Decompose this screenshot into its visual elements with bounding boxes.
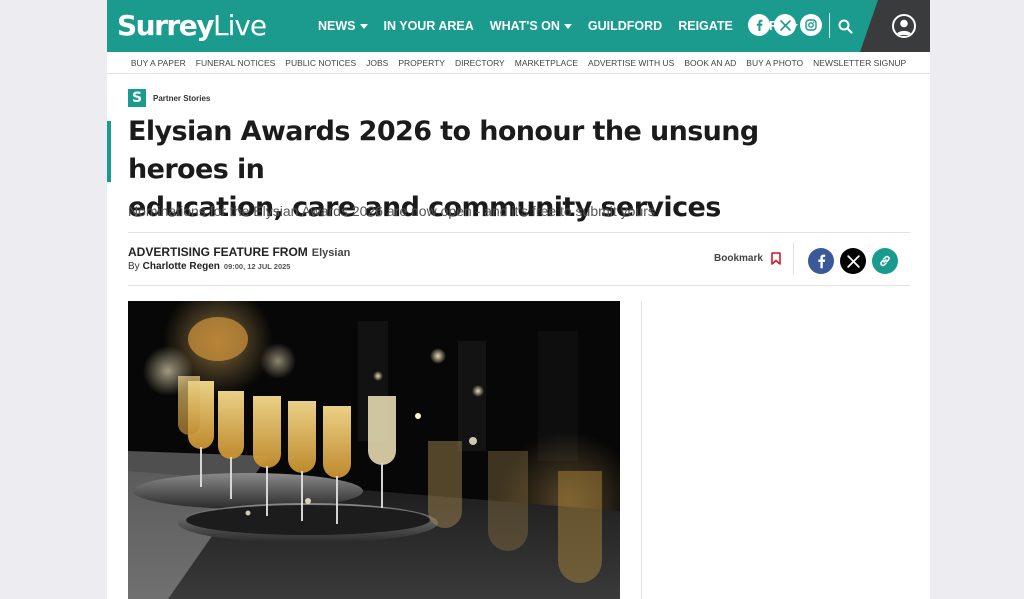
x-icon — [779, 19, 791, 31]
ad-feature-line: ADVERTISING FEATURE FROM Elysian — [128, 245, 350, 259]
subnav-link-public-notices[interactable]: PUBLIC NOTICES — [285, 58, 356, 68]
subnav-link-buy-a-photo[interactable]: BUY A PHOTO — [746, 58, 803, 68]
page: SurreyLive NEWS IN YOUR AREA WHAT'S ON GUIL… — [107, 0, 930, 599]
divider-top — [128, 232, 910, 233]
author-name[interactable]: Charlotte Regen — [143, 261, 220, 272]
subnav-link-directory[interactable]: DIRECTORY — [455, 58, 505, 68]
x-header-button[interactable] — [774, 14, 796, 36]
subnav-link-funeral-notices[interactable]: FUNERAL NOTICES — [196, 58, 276, 68]
instagram-header-button[interactable] — [800, 14, 822, 36]
publish-date: 09:00, 12 JUL 2025 — [223, 262, 291, 271]
nav-item-label: WHAT'S ON — [489, 19, 560, 33]
instagram-icon — [805, 19, 817, 31]
nav-item-label: IN YOUR AREA — [383, 19, 474, 33]
nav-item-news[interactable]: NEWS — [318, 19, 368, 33]
bookmark-label: Bookmark — [714, 253, 763, 264]
headline-accent — [107, 121, 111, 182]
facebook-icon — [818, 254, 826, 269]
byline-prefix: By — [128, 261, 140, 272]
user-icon — [896, 19, 912, 35]
facebook-header-button[interactable] — [748, 14, 770, 36]
main-nav: NEWS IN YOUR AREA WHAT'S ON GUILDFORD REIGAT… — [318, 0, 814, 52]
subnav-link-newsletter-signup[interactable]: NEWSLETTER SIGNUP — [813, 58, 906, 68]
champagne-glasses-photo — [128, 301, 620, 599]
copy-link-button[interactable] — [872, 248, 898, 274]
secondary-nav: BUY A PAPER FUNERAL NOTICES PUBLIC NOTICES… — [107, 52, 930, 74]
hero-image — [128, 301, 620, 599]
bookmark-button[interactable]: Bookmark — [714, 252, 781, 265]
share-divider — [793, 242, 794, 274]
divider-bottom — [128, 285, 910, 286]
x-icon — [846, 254, 860, 268]
nav-item-reigate[interactable]: REIGATE — [678, 19, 733, 33]
chevron-down-icon — [563, 23, 572, 29]
chevron-down-icon — [359, 23, 368, 29]
site-header: SurreyLive NEWS IN YOUR AREA WHAT'S ON GUIL… — [107, 0, 930, 52]
sidebar-divider — [641, 301, 642, 599]
section-link[interactable]: Partner Stories — [153, 94, 210, 103]
headline-line-1: Elysian Awards 2026 to honour the unsung… — [128, 116, 759, 185]
bookmark-icon — [771, 252, 781, 265]
logo-part-live: Live — [212, 9, 267, 42]
nav-item-label: NEWS — [318, 19, 356, 33]
account-area — [860, 0, 930, 52]
nav-item-what-s-on[interactable]: WHAT'S ON — [490, 19, 572, 33]
nav-item-guildford[interactable]: GUILDFORD — [588, 19, 662, 33]
search-icon — [838, 19, 853, 34]
subnav-link-property[interactable]: PROPERTY — [398, 58, 445, 68]
section-badge: S — [128, 89, 146, 107]
facebook-icon — [756, 19, 763, 31]
share-x-button[interactable] — [840, 248, 866, 274]
standfirst: Nominations for the Elysian Awards 2026 … — [128, 203, 655, 219]
search-button[interactable] — [833, 14, 857, 38]
ad-feature-label: ADVERTISING FEATURE FROM — [128, 245, 308, 259]
subnav-link-jobs[interactable]: JOBS — [366, 58, 388, 68]
subnav-link-book-an-ad[interactable]: BOOK AN AD — [684, 58, 736, 68]
nav-item-label: REIGATE — [678, 19, 733, 33]
nav-item-label: GUILDFORD — [587, 19, 663, 33]
section-tag: S Partner Stories — [128, 89, 210, 107]
logo-part-surrey: Surrey — [117, 9, 214, 42]
subnav-link-buy-a-paper[interactable]: BUY A PAPER — [131, 58, 186, 68]
ad-brand: Elysian — [311, 247, 351, 259]
subnav-link-advertise-with-us[interactable]: ADVERTISE WITH US — [588, 58, 674, 68]
site-logo[interactable]: SurreyLive — [117, 8, 267, 44]
byline: By Charlotte Regen 09:00, 12 JUL 2025 — [128, 261, 290, 272]
account-button[interactable] — [892, 14, 916, 38]
header-divider — [829, 13, 830, 38]
share-facebook-button[interactable] — [808, 248, 834, 274]
subnav-link-marketplace[interactable]: MARKETPLACE — [515, 58, 578, 68]
nav-item-in-your-area[interactable]: IN YOUR AREA — [384, 19, 474, 33]
link-icon — [880, 255, 890, 267]
